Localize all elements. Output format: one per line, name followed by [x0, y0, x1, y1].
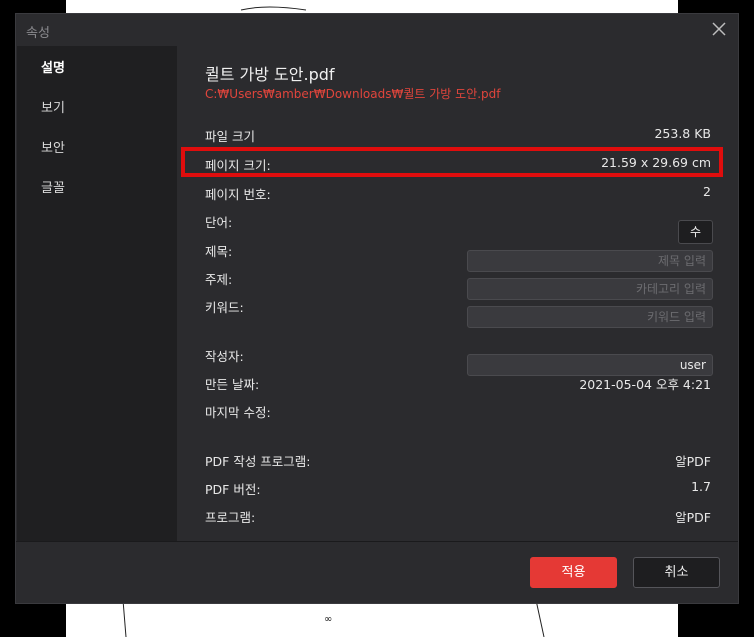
pdf-version-value: 1.7 [691, 479, 711, 494]
file-name: 퀼트 가방 도안.pdf [205, 65, 335, 84]
title-input[interactable] [467, 250, 713, 272]
keywords-label: 키워드: [205, 300, 244, 315]
svg-text:∞: ∞ [324, 614, 332, 625]
page-number-value: 2 [703, 184, 711, 199]
properties-content: 퀼트 가방 도안.pdf C:₩Users₩amber₩Downloads₩퀼트… [177, 46, 737, 541]
author-label: 작성자: [205, 349, 244, 364]
subject-input[interactable] [467, 278, 713, 300]
author-input[interactable] [467, 354, 713, 376]
dialog-titlebar: 속성 [16, 14, 738, 46]
page-number-label: 페이지 번호: [205, 187, 271, 202]
properties-dialog: 속성 설명 보기 보안 글꼴 퀼트 가방 도안.pdf C:₩Users₩amb… [15, 13, 739, 604]
sidebar-item-description[interactable]: 설명 [41, 57, 65, 76]
program-value: 알PDF [675, 510, 711, 525]
dialog-footer: 적용 취소 [16, 541, 738, 603]
page-size-value: 21.59 x 29.69 cm [601, 155, 711, 170]
cancel-button[interactable]: 취소 [633, 557, 720, 588]
program-label: 프로그램: [205, 510, 256, 525]
subject-label: 주제: [205, 272, 233, 287]
file-size-label: 파일 크기 [205, 129, 255, 144]
pdf-producer-value: 알PDF [675, 454, 711, 469]
keywords-input[interactable] [467, 306, 713, 328]
close-icon[interactable] [710, 20, 728, 38]
apply-button[interactable]: 적용 [530, 557, 617, 588]
pdf-version-label: PDF 버전: [205, 482, 261, 497]
sidebar-item-fonts[interactable]: 글꼴 [41, 177, 65, 196]
pdf-producer-label: PDF 작성 프로그램: [205, 454, 311, 469]
created-date-label: 만든 날짜: [205, 377, 260, 392]
word-count-label: 단어: [205, 215, 233, 230]
file-size-value: 253.8 KB [654, 126, 711, 141]
title-label: 제목: [205, 244, 233, 259]
sidebar: 설명 보기 보안 글꼴 [17, 46, 177, 541]
page-size-label: 페이지 크기: [205, 158, 271, 173]
dialog-title: 속성 [26, 26, 50, 41]
sidebar-item-view[interactable]: 보기 [41, 97, 65, 116]
word-count-button[interactable]: 수 [678, 220, 713, 244]
file-path: C:₩Users₩amber₩Downloads₩퀼트 가방 도안.pdf [205, 87, 501, 101]
modified-date-label: 마지막 수정: [205, 405, 271, 420]
sidebar-item-security[interactable]: 보안 [41, 137, 65, 156]
created-date-value: 2021-05-04 오후 4:21 [579, 377, 711, 392]
